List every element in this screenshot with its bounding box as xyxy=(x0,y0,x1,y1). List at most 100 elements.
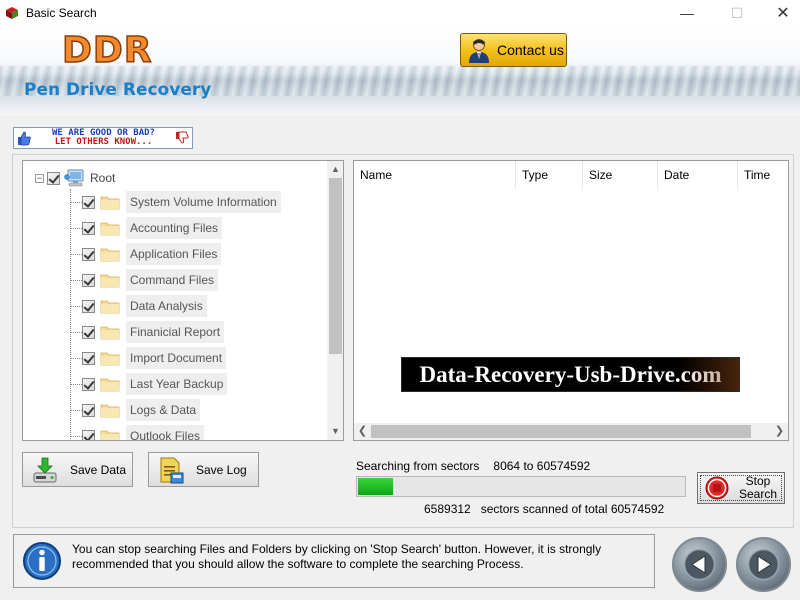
tree-item-label: Outlook Files xyxy=(126,425,205,440)
scan-status-text: 6589312 sectors scanned of total 6057459… xyxy=(424,502,664,516)
save-log-button[interactable]: Save Log xyxy=(148,452,259,487)
info-message: You can stop searching Files and Folders… xyxy=(72,542,602,571)
search-progress-bar xyxy=(356,476,686,497)
next-button[interactable] xyxy=(736,537,791,592)
close-button[interactable]: ✕ xyxy=(760,0,800,26)
item-checkbox[interactable] xyxy=(82,221,95,235)
minimize-button[interactable]: — xyxy=(664,0,710,26)
thumb-down-icon xyxy=(176,131,189,144)
tree-item-label: System Volume Information xyxy=(126,191,281,213)
column-header-size[interactable]: Size xyxy=(583,161,658,189)
rate-us-text: WE ARE GOOD OR BAD? LET OTHERS KNOW... xyxy=(32,129,175,147)
total-sectors: 60574592 xyxy=(610,502,665,516)
item-checkbox[interactable] xyxy=(82,403,95,417)
folder-icon xyxy=(100,274,120,288)
item-checkbox[interactable] xyxy=(82,247,95,261)
stop-search-button[interactable]: Stop Search xyxy=(697,472,785,504)
file-list-header: Name Type Size Date Time xyxy=(354,161,788,189)
folder-icon xyxy=(100,300,120,314)
scroll-right-button[interactable]: ❯ xyxy=(771,423,788,440)
root-checkbox[interactable] xyxy=(47,171,60,185)
tree-item[interactable]: Last Year Backup xyxy=(70,372,228,396)
tree-item[interactable]: Command Files xyxy=(70,268,219,292)
item-checkbox[interactable] xyxy=(82,429,95,440)
column-header-type[interactable]: Type xyxy=(516,161,583,189)
item-checkbox[interactable] xyxy=(82,299,95,313)
tree-vertical-scrollbar[interactable]: ▲ ▼ xyxy=(327,161,343,440)
person-avatar-icon xyxy=(469,39,489,63)
rate-us-banner[interactable]: WE ARE GOOD OR BAD? LET OTHERS KNOW... xyxy=(13,127,193,149)
contact-us-label: Contact us xyxy=(497,42,564,58)
search-range-label: Searching from sectors xyxy=(356,459,480,473)
collapse-toggle[interactable]: − xyxy=(35,173,44,183)
tree-item-label: Finanicial Report xyxy=(126,321,225,343)
info-icon xyxy=(23,542,61,580)
tree-item[interactable]: Application Files xyxy=(70,242,222,266)
folder-icon xyxy=(100,222,120,236)
search-range-text: Searching from sectors 8064 to 60574592 xyxy=(356,459,590,473)
item-checkbox[interactable] xyxy=(82,195,95,209)
tree-item[interactable]: Data Analysis xyxy=(70,294,207,318)
column-header-date[interactable]: Date xyxy=(658,161,738,189)
header-banner: DDR Pen Drive Recovery Contact us xyxy=(0,26,800,116)
tree-item[interactable]: Finanicial Report xyxy=(70,320,225,344)
item-checkbox[interactable] xyxy=(82,273,95,287)
scroll-left-button[interactable]: ❮ xyxy=(354,423,371,440)
thumb-up-icon xyxy=(18,131,31,146)
item-checkbox[interactable] xyxy=(82,351,95,365)
scroll-thumb[interactable] xyxy=(329,178,342,354)
folder-icon xyxy=(100,430,120,440)
scroll-down-button[interactable]: ▼ xyxy=(327,423,343,440)
tree-item[interactable]: System Volume Information xyxy=(70,190,281,214)
stop-label-line2: Search xyxy=(739,487,778,501)
rate-us-line2: LET OTHERS KNOW... xyxy=(54,137,153,147)
scanned-label: sectors scanned of total xyxy=(480,502,608,516)
save-data-button[interactable]: Save Data xyxy=(22,452,133,487)
stop-search-label: Stop Search xyxy=(739,475,777,501)
save-drive-icon xyxy=(33,457,57,482)
tree-item-label: Data Analysis xyxy=(126,295,207,317)
folder-icon xyxy=(100,326,120,340)
info-panel: You can stop searching Files and Folders… xyxy=(13,534,655,588)
tree-item[interactable]: Accounting Files xyxy=(70,216,223,240)
tree-item-label: Logs & Data xyxy=(126,399,201,421)
title-bar: Basic Search — ☐ ✕ xyxy=(0,0,800,26)
save-data-label: Save Data xyxy=(70,462,127,477)
brand-logo: DDR xyxy=(61,29,153,72)
column-header-name[interactable]: Name xyxy=(354,161,516,189)
maximize-button[interactable]: ☐ xyxy=(714,0,760,26)
computer-icon xyxy=(64,169,84,187)
folder-icon xyxy=(100,404,120,418)
tree-item[interactable]: Outlook Files xyxy=(70,424,205,440)
to-label: to xyxy=(523,459,534,473)
column-header-time[interactable]: Time xyxy=(738,161,788,189)
tree-item[interactable]: Logs & Data xyxy=(70,398,201,422)
stop-icon xyxy=(705,476,729,500)
tree-root-node[interactable]: − Root xyxy=(35,169,115,187)
contact-us-button[interactable]: Contact us xyxy=(460,33,567,67)
log-document-icon xyxy=(160,457,184,483)
tree-item-label: Command Files xyxy=(126,269,219,291)
folder-tree-content: − Root System Volume Information Account… xyxy=(23,161,327,440)
scroll-thumb[interactable] xyxy=(371,425,751,438)
scroll-up-button[interactable]: ▲ xyxy=(327,161,343,178)
save-log-label: Save Log xyxy=(196,462,247,477)
tree-item[interactable]: Import Document xyxy=(70,346,227,370)
file-list[interactable]: Name Type Size Date Time Data-Recovery-U… xyxy=(353,160,789,441)
product-name: Pen Drive Recovery xyxy=(24,80,212,100)
tree-item-label: Accounting Files xyxy=(126,217,223,239)
back-button[interactable] xyxy=(672,537,727,592)
item-checkbox[interactable] xyxy=(82,325,95,339)
window-title: Basic Search xyxy=(26,6,97,20)
folder-tree[interactable]: − Root System Volume Information Account… xyxy=(22,160,344,441)
tree-item-label: Application Files xyxy=(126,243,222,265)
to-sector: 60574592 xyxy=(536,459,591,473)
folder-icon xyxy=(100,378,120,392)
item-checkbox[interactable] xyxy=(82,377,95,391)
tree-item-label: Import Document xyxy=(126,347,227,369)
folder-icon xyxy=(100,352,120,366)
folder-icon xyxy=(100,248,120,262)
list-horizontal-scrollbar[interactable]: ❮ ❯ xyxy=(354,423,788,440)
app-logo-icon xyxy=(6,7,18,19)
folder-icon xyxy=(100,196,120,210)
